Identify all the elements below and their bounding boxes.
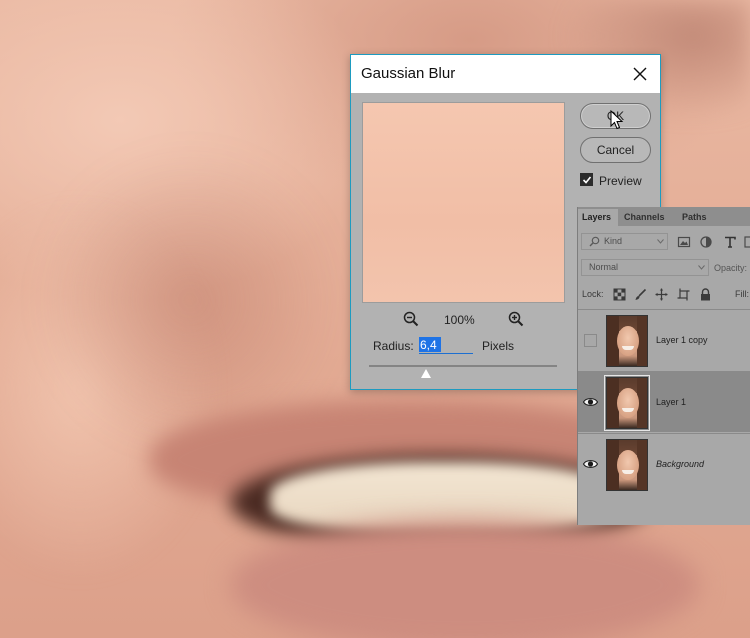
chevron-down-icon (698, 265, 705, 270)
eye-icon[interactable] (583, 458, 598, 470)
tab-layers[interactable]: Layers (578, 209, 618, 226)
thumbnail-face (617, 326, 639, 356)
layer-name[interactable]: Background (656, 459, 704, 469)
tab-paths[interactable]: Paths (678, 209, 718, 226)
blend-mode-select[interactable]: Normal (581, 259, 709, 276)
panel-tabs: Layers Channels Paths (578, 207, 750, 226)
thumbnail-face (617, 388, 639, 418)
layer-thumbnail[interactable] (606, 439, 648, 491)
thumbnail-face (617, 450, 639, 480)
filter-pixel-icon[interactable] (677, 235, 691, 249)
layer-name[interactable]: Layer 1 (656, 397, 686, 407)
blend-mode-value: Normal (589, 262, 619, 272)
layer-name[interactable]: Layer 1 copy (656, 335, 708, 345)
radius-input[interactable] (419, 337, 473, 354)
radius-label: Radius: (373, 339, 414, 353)
lock-image-pixels-icon[interactable] (634, 288, 647, 301)
layer-row-layer-1-copy[interactable]: Layer 1 copy (578, 309, 750, 370)
lock-transparent-pixels-icon[interactable] (613, 288, 626, 301)
close-button[interactable] (624, 58, 656, 90)
eye-icon[interactable] (583, 396, 598, 408)
zoom-level: 100% (444, 313, 475, 327)
lock-position-icon[interactable] (655, 288, 668, 301)
dialog-titlebar[interactable]: Gaussian Blur (351, 55, 660, 93)
search-icon (589, 236, 600, 247)
filter-adjustment-icon[interactable] (699, 235, 713, 249)
layer-thumbnail[interactable] (606, 315, 648, 367)
lock-all-icon[interactable] (699, 288, 712, 301)
close-icon (633, 67, 647, 81)
filter-preview[interactable] (362, 102, 565, 303)
layer-row-layer-1[interactable]: Layer 1 (578, 371, 750, 432)
radius-units: Pixels (482, 339, 515, 353)
visibility-toggle-off[interactable] (584, 334, 597, 347)
radius-slider-track[interactable] (369, 365, 557, 367)
mouse-cursor-icon (610, 110, 624, 130)
layer-filter-row: Kind (578, 232, 750, 252)
cancel-button[interactable]: Cancel (580, 137, 651, 163)
filter-type-icon[interactable] (723, 235, 737, 249)
checkmark-icon (582, 176, 592, 184)
photo-lower-lip (230, 520, 700, 638)
preview-checkbox[interactable] (580, 173, 593, 186)
radius-slider-thumb[interactable] (421, 369, 431, 378)
lock-row: Lock: Fill: (578, 285, 750, 305)
zoom-in-button[interactable] (508, 311, 524, 327)
opacity-label: Opacity: (714, 263, 748, 273)
filter-shape-icon[interactable] (743, 235, 750, 249)
blend-row: Normal Opacity: (578, 258, 750, 278)
filter-kind-select[interactable]: Kind (581, 233, 668, 250)
layers-panel: Layers Channels Paths Kind Normal Opacit… (577, 207, 750, 525)
layer-row-background[interactable]: Background (578, 433, 750, 494)
tab-channels[interactable]: Channels (620, 209, 676, 226)
fill-label: Fill: (735, 289, 749, 299)
chevron-down-icon (657, 239, 664, 244)
filter-kind-label: Kind (604, 236, 623, 246)
preview-label: Preview (599, 174, 642, 188)
lock-artboard-icon[interactable] (677, 288, 690, 301)
zoom-in-icon (508, 311, 524, 327)
zoom-out-icon (403, 311, 419, 327)
lock-label: Lock: (582, 289, 604, 299)
layer-thumbnail[interactable] (604, 375, 650, 431)
zoom-out-button[interactable] (403, 311, 419, 327)
dialog-title: Gaussian Blur (361, 65, 456, 82)
